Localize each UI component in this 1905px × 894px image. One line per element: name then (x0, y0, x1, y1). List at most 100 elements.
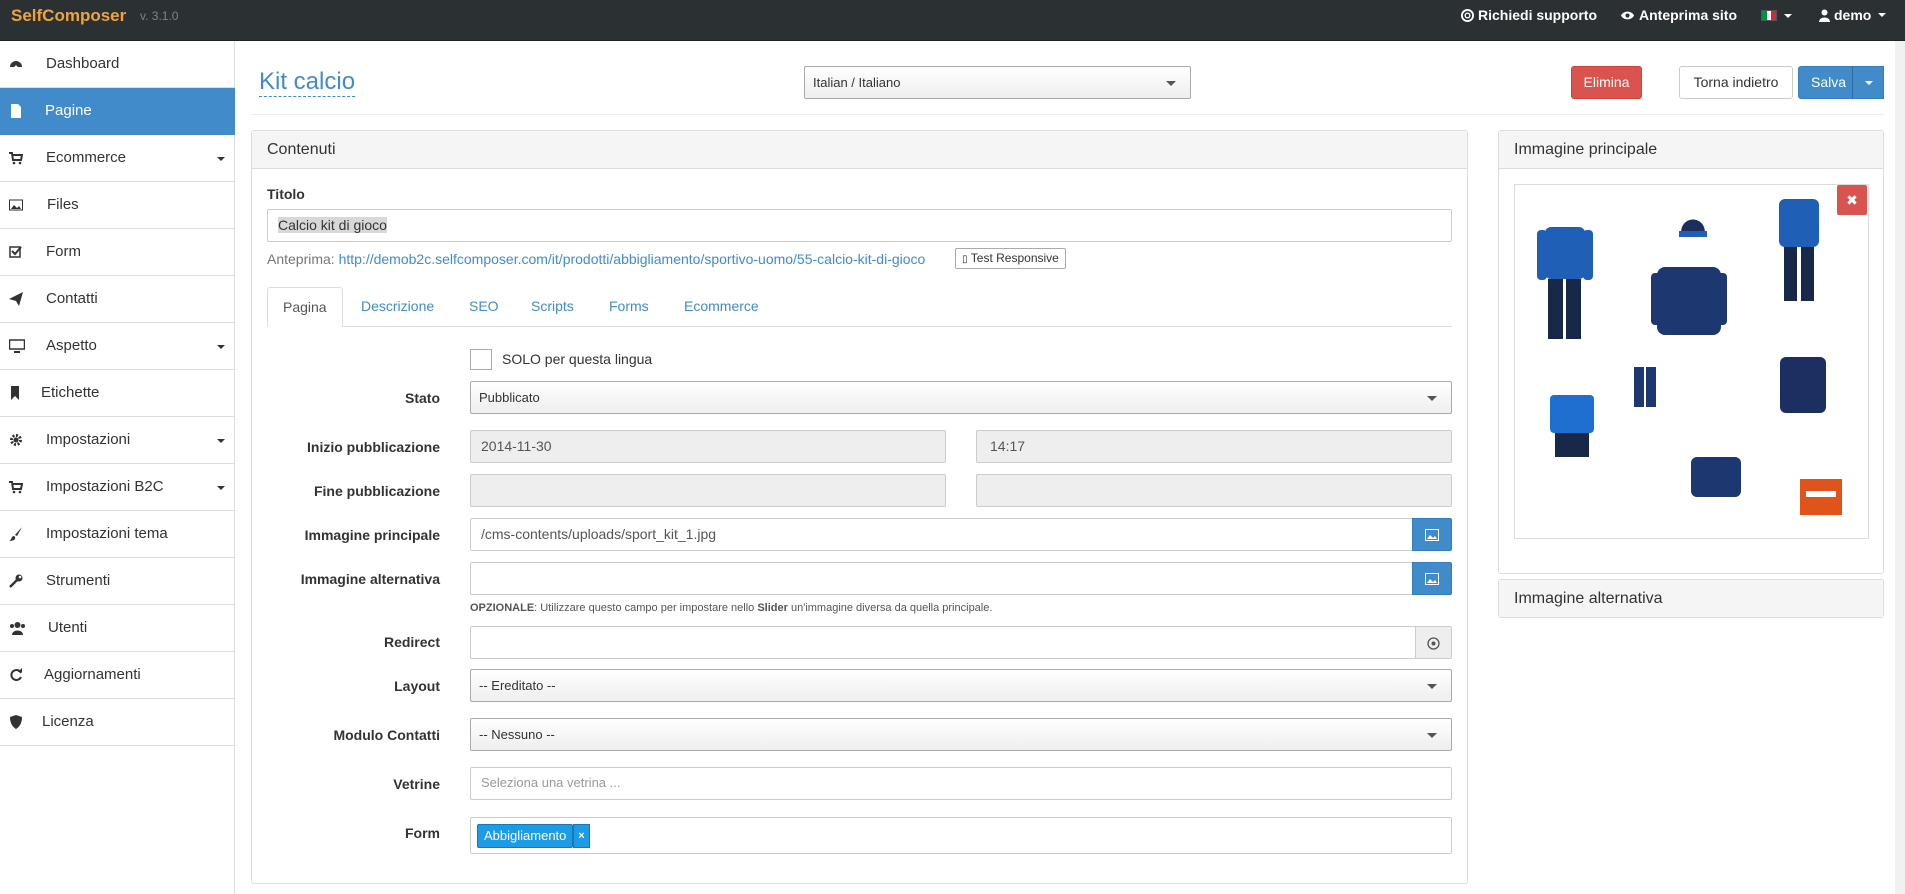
sidebar-item-utenti[interactable]: Utenti (0, 605, 235, 652)
top-navbar: SelfComposer v. 3.1.0 Richiedi supporto … (0, 0, 1905, 41)
inizio-time-input[interactable]: 14:17 (976, 430, 1452, 463)
sidebar-item-etichette[interactable]: Etichette (0, 370, 235, 417)
alt-image-input[interactable] (470, 562, 1413, 595)
refresh-icon (10, 668, 22, 681)
layout-value: -- Ereditato -- (479, 678, 556, 693)
vetrine-input[interactable]: Seleziona una vetrina ... (470, 767, 1452, 800)
sidebar-item-pagine[interactable]: Pagine (0, 88, 235, 135)
sidebar-item-impostazioni-b2c[interactable]: Impostazioni B2C (0, 464, 235, 511)
sidebar-item-contatti[interactable]: Contatti (0, 276, 235, 323)
eye-icon (1620, 11, 1635, 19)
sidebar-item-impostazioni[interactable]: Impostazioni (0, 417, 235, 464)
sidebar-item-files[interactable]: Files (0, 182, 235, 229)
fine-label: Fine pubblicazione (313, 483, 440, 499)
chevron-down-icon (217, 157, 225, 161)
fine-date-input[interactable] (470, 474, 946, 507)
cart-icon (9, 152, 23, 165)
redirect-input[interactable] (470, 626, 1416, 659)
tab-scripts[interactable]: Scripts (516, 287, 589, 327)
alt-image-browse-button[interactable] (1412, 562, 1452, 595)
only-language-checkbox[interactable] (470, 349, 492, 370)
page-scrollbar[interactable] (1895, 41, 1905, 894)
sidebar-item-form[interactable]: Form (0, 229, 235, 276)
chevron-down-icon (1865, 81, 1873, 85)
title-input[interactable]: Calcio kit di gioco (267, 209, 1452, 242)
save-dropdown-toggle[interactable] (1852, 66, 1884, 99)
tab-forms[interactable]: Forms (594, 287, 664, 327)
stato-select[interactable]: Pubblicato (470, 381, 1452, 414)
mobile-icon: ▯ (962, 254, 968, 265)
monitor-icon (9, 339, 25, 353)
tab-pagina[interactable]: Pagina (267, 287, 343, 327)
modulo-label: Modulo Contatti (333, 727, 440, 743)
sidebar-item-ecommerce[interactable]: Ecommerce (0, 135, 235, 182)
contenuti-heading: Contenuti (252, 131, 1467, 169)
back-button[interactable]: Torna indietro (1679, 66, 1793, 99)
sidebar-item-licenza[interactable]: Licenza (0, 699, 235, 746)
preview-site-label: Anteprima sito (1639, 7, 1738, 23)
title-input-value: Calcio kit di gioco (278, 217, 387, 233)
picture-icon (1425, 573, 1439, 585)
support-label: Richiedi supporto (1478, 7, 1597, 23)
remove-tag-icon[interactable]: × (573, 824, 590, 848)
inizio-date-input[interactable]: 2014-11-30 (470, 430, 946, 463)
redirect-target-button[interactable] (1415, 626, 1452, 659)
shield-icon (10, 715, 22, 729)
cart-icon (9, 481, 23, 494)
main-image-browse-button[interactable] (1412, 518, 1452, 551)
sidebar-item-aggiornamenti[interactable]: Aggiornamenti (0, 652, 235, 699)
user-menu[interactable]: demo (1819, 7, 1887, 23)
main-image-label: Immagine principale (304, 527, 440, 543)
delete-button[interactable]: Elimina (1571, 66, 1642, 99)
alt-image-panel[interactable]: Immagine alternativa (1498, 579, 1884, 618)
target-icon (1427, 637, 1440, 650)
support-link[interactable]: Richiedi supporto (1461, 7, 1597, 23)
preview-label: Anteprima: (267, 251, 335, 267)
tab-ecommerce[interactable]: Ecommerce (669, 287, 774, 327)
brand-logo[interactable]: SelfComposer (11, 6, 126, 26)
send-icon (9, 292, 23, 306)
main-image-input[interactable]: /cms-contents/uploads/sport_kit_1.jpg (470, 518, 1413, 551)
fine-time-input[interactable] (976, 474, 1452, 507)
tab-descrizione[interactable]: Descrizione (346, 287, 449, 327)
chevron-down-icon (217, 345, 225, 349)
test-responsive-button[interactable]: ▯ Test Responsive (955, 248, 1066, 269)
language-dropdown[interactable] (1761, 10, 1792, 21)
user-name: demo (1834, 7, 1872, 23)
gear-icon (10, 434, 22, 446)
preview-site-link[interactable]: Anteprima sito (1620, 7, 1737, 23)
alt-image-help: OPZIONALE: Utilizzare questo campo per i… (470, 602, 992, 614)
chevron-down-icon (1427, 684, 1437, 689)
chevron-down-icon (1427, 733, 1437, 738)
help-text: : Utilizzare questo campo per impostare … (534, 602, 758, 614)
sidebar-item-strumenti[interactable]: Strumenti (0, 558, 235, 605)
remove-image-button[interactable]: ✖ (1837, 185, 1867, 215)
preview-url-link[interactable]: http://demob2c.selfcomposer.com/it/prodo… (339, 251, 926, 267)
dashboard-icon (10, 61, 22, 69)
italy-flag-icon (1761, 10, 1777, 21)
form-tags-input[interactable] (470, 817, 1452, 854)
chevron-down-icon (217, 439, 225, 443)
preview-line: Anteprima: http://demob2c.selfcomposer.c… (267, 251, 925, 267)
tab-seo[interactable]: SEO (454, 287, 514, 327)
file-icon (11, 104, 21, 118)
alt-image-label: Immagine alternativa (300, 571, 440, 587)
sidebar-item-impostazioni-tema[interactable]: Impostazioni tema (0, 511, 235, 558)
layout-label: Layout (394, 678, 440, 694)
user-icon (1819, 9, 1830, 22)
checkbox-icon (9, 246, 22, 258)
chevron-down-icon (1166, 81, 1176, 86)
divider (251, 114, 1884, 115)
sidebar-item-dashboard[interactable]: Dashboard (0, 41, 235, 88)
form-label: Form (405, 825, 440, 841)
only-language-label: SOLO per questa lingua (502, 351, 653, 367)
modulo-select[interactable]: -- Nessuno -- (470, 718, 1452, 751)
help-end: un'immagine diversa da quella principale… (787, 602, 993, 614)
inizio-label: Inizio pubblicazione (307, 439, 440, 455)
test-responsive-label: Test Responsive (970, 251, 1059, 265)
sidebar-item-aspetto[interactable]: Aspetto (0, 323, 235, 370)
language-select[interactable]: Italian / Italiano (804, 66, 1191, 99)
picture-icon (1425, 529, 1439, 541)
page-title[interactable]: Kit calcio (259, 69, 356, 97)
layout-select[interactable]: -- Ereditato -- (470, 669, 1452, 702)
